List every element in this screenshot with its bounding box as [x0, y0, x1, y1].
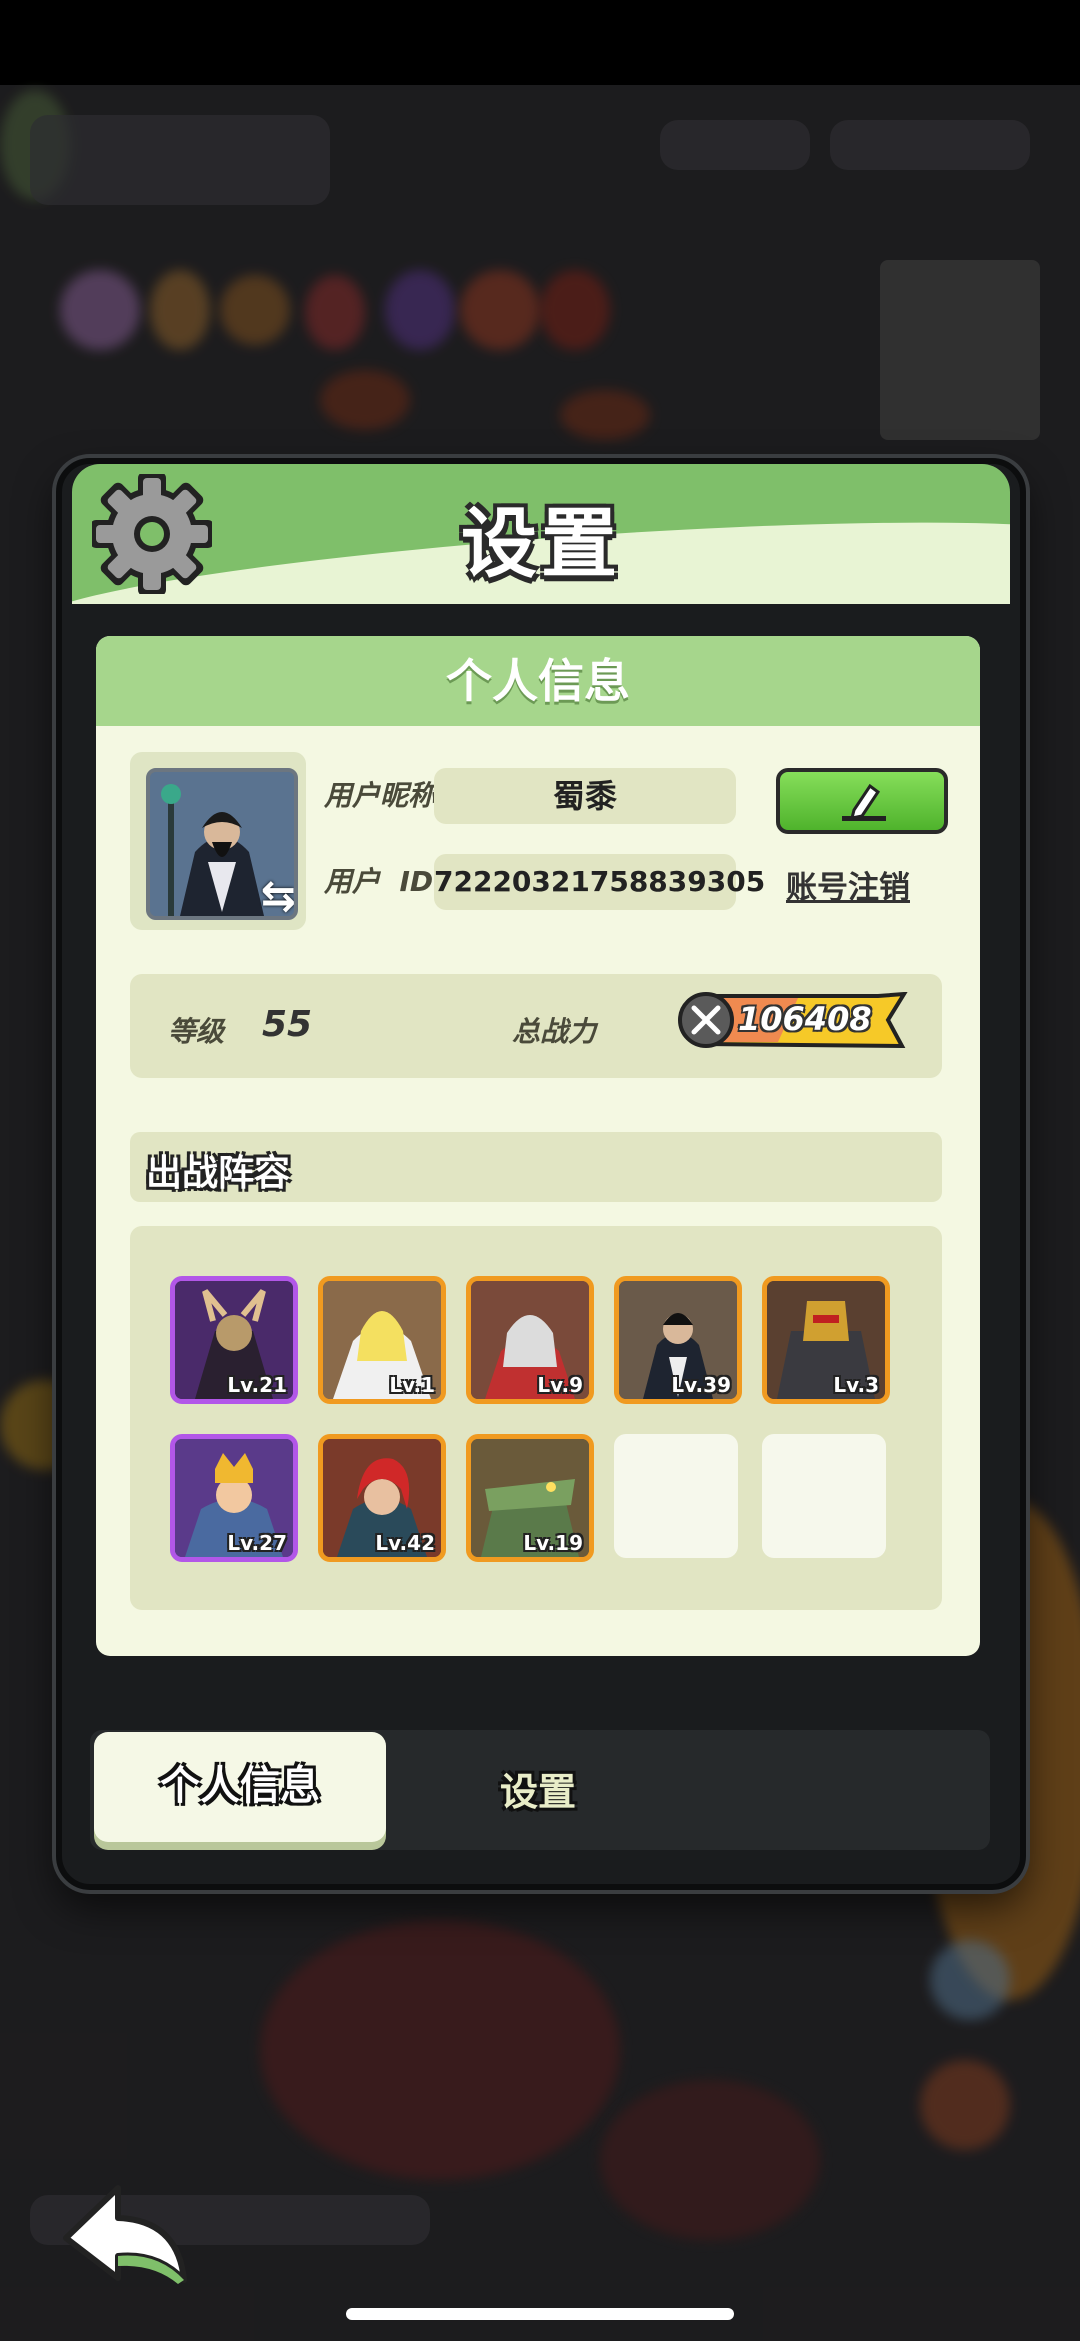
user-id-field: 72220321758839305	[434, 854, 765, 910]
hero-level: Lv.39	[671, 1373, 731, 1397]
team-panel: Lv.21 Lv.1 Lv.9 Lv.39 Lv.3 Lv.27 Lv.42 L…	[130, 1226, 942, 1610]
hero-level: Lv.27	[227, 1531, 287, 1555]
user-id-label: 用户 ID	[324, 865, 434, 898]
hero-level: Lv.19	[523, 1531, 583, 1555]
power-value: 106408	[738, 1000, 872, 1038]
hero-level: Lv.21	[227, 1373, 287, 1397]
edit-nickname-button[interactable]	[776, 768, 948, 834]
empty-hero-slot[interactable]	[762, 1434, 886, 1558]
empty-hero-slot[interactable]	[614, 1434, 738, 1558]
team-section-bar: 出战阵容	[130, 1132, 942, 1202]
back-arrow-icon[interactable]	[58, 2180, 198, 2290]
power-badge: 106408	[678, 992, 908, 1048]
power-label: 总战力	[512, 1015, 597, 1048]
tab-settings[interactable]: 设置	[500, 1752, 576, 1832]
hero-slot[interactable]: Lv.1	[318, 1276, 446, 1404]
hero-slot[interactable]: Lv.9	[466, 1276, 594, 1404]
swap-icon: ⇆	[260, 871, 296, 920]
hero-slot[interactable]: Lv.42	[318, 1434, 446, 1562]
profile-card: 个人信息 ⇆ 用户昵称 蜀黍 用户 ID 72220321758839305 账…	[96, 636, 980, 1656]
profile-section-title: 个人信息	[96, 636, 980, 726]
nickname-field: 蜀黍	[434, 768, 736, 824]
hero-level: Lv.42	[375, 1531, 435, 1555]
dialog-title: 设置	[461, 499, 621, 588]
pencil-icon	[842, 783, 886, 821]
home-indicator[interactable]	[346, 2308, 734, 2320]
level-label: 等级	[168, 1015, 225, 1048]
team-title: 出战阵容	[146, 1153, 291, 1194]
hero-level: Lv.9	[537, 1373, 583, 1397]
hero-slot[interactable]: Lv.3	[762, 1276, 890, 1404]
level-value: 55	[262, 1004, 313, 1045]
hero-level: Lv.3	[833, 1373, 879, 1397]
avatar-frame[interactable]: ⇆	[130, 752, 306, 930]
tab-bar: 个人信息 设置	[90, 1730, 990, 1850]
hero-slot[interactable]: Lv.27	[170, 1434, 298, 1562]
hero-slot[interactable]: Lv.21	[170, 1276, 298, 1404]
hero-slot[interactable]: Lv.39	[614, 1276, 742, 1404]
tab-profile[interactable]: 个人信息	[94, 1732, 386, 1842]
hero-slot[interactable]: Lv.19	[466, 1434, 594, 1562]
hero-level: Lv.1	[389, 1373, 435, 1397]
stats-row: 等级 55 总战力 106408	[130, 974, 942, 1078]
nickname-label: 用户昵称	[324, 779, 437, 812]
cancel-account-link[interactable]: 账号注销	[786, 862, 910, 907]
avatar[interactable]: ⇆	[146, 768, 298, 920]
